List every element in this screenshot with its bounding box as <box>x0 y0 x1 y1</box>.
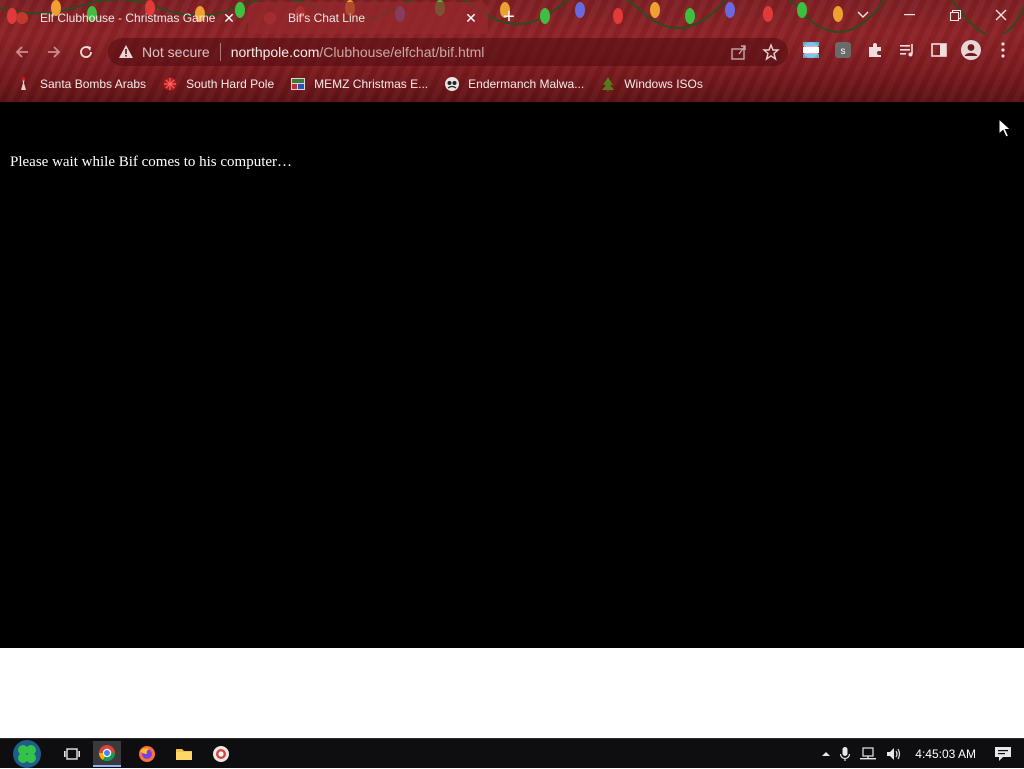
bookmark-endermanch-malware[interactable]: Endermanch Malwa... <box>436 72 592 96</box>
waiting-message: Please wait while Bif comes to his compu… <box>10 154 293 170</box>
memz-icon <box>291 78 306 90</box>
system-clock[interactable]: 4:45:03 AM <box>915 747 976 761</box>
tab-favicon-icon <box>264 12 276 24</box>
web-page-content: Please wait while Bif comes to his compu… <box>0 102 1024 648</box>
tab-bifs-chat-line[interactable]: Bif's Chat Line ✕ <box>248 2 488 34</box>
bookmark-label: South Hard Pole <box>186 77 275 91</box>
tab-strip: Elf Clubhouse - Christmas Game ✕ Bif's C… <box>0 0 1024 34</box>
browser-window-chrome: Elf Clubhouse - Christmas Game ✕ Bif's C… <box>0 0 1024 102</box>
bookmark-label: Windows ISOs <box>624 77 703 91</box>
url-host: northpole.com <box>230 44 320 60</box>
chrome-icon[interactable] <box>93 741 121 767</box>
microphone-icon[interactable] <box>839 746 851 762</box>
warning-triangle-icon <box>119 45 133 58</box>
start-clover-icon <box>13 740 41 768</box>
s-extension-icon[interactable]: s <box>832 39 854 61</box>
volume-icon[interactable] <box>885 746 903 762</box>
task-view-icon[interactable] <box>58 741 86 767</box>
side-panel-icon[interactable] <box>928 39 950 61</box>
new-tab-button[interactable]: + <box>498 7 520 29</box>
media-playlist-icon[interactable] <box>896 39 918 61</box>
bookmark-star-icon[interactable] <box>762 43 780 61</box>
snowflake-icon <box>163 77 177 91</box>
bookmark-label: MEMZ Christmas E... <box>314 77 429 91</box>
close-window-button[interactable] <box>978 0 1024 30</box>
file-explorer-icon[interactable] <box>170 741 198 767</box>
back-arrow-icon[interactable] <box>11 41 33 63</box>
browser-toolbar: Not secure northpole.com/Clubhouse/elfch… <box>0 34 1024 70</box>
close-tab-icon[interactable]: ✕ <box>462 9 480 27</box>
kebab-menu-icon[interactable] <box>992 39 1014 61</box>
share-icon[interactable] <box>730 43 748 61</box>
profile-avatar-icon[interactable] <box>960 39 982 61</box>
chrome-alt-icon[interactable] <box>207 741 235 767</box>
tab-favicon-icon <box>16 12 28 24</box>
bookmarks-bar: Santa Bombs Arabs South Hard Pole MEMZ C… <box>0 72 1024 96</box>
puzzle-extensions-icon[interactable] <box>864 39 886 61</box>
tab-title: Bif's Chat Line <box>288 11 365 25</box>
bookmark-label: Santa Bombs Arabs <box>40 77 147 91</box>
close-tab-icon[interactable]: ✕ <box>220 9 238 27</box>
bookmark-memz-christmas[interactable]: MEMZ Christmas E... <box>282 72 436 96</box>
network-icon[interactable] <box>859 746 877 762</box>
security-status-label[interactable]: Not secure <box>142 44 210 60</box>
svg-text:s: s <box>841 46 846 57</box>
flag-extension-icon[interactable] <box>800 39 822 61</box>
tray-expand-chevron-up-icon[interactable] <box>821 750 831 758</box>
bookmark-windows-isos[interactable]: Windows ISOs <box>592 72 711 96</box>
page-blank-area <box>0 648 1024 738</box>
action-center-icon[interactable] <box>994 746 1012 762</box>
firefox-icon[interactable] <box>133 741 161 767</box>
tab-elf-clubhouse[interactable]: Elf Clubhouse - Christmas Game ✕ <box>0 2 246 34</box>
url-path: /Clubhouse/elfchat/bif.html <box>319 44 485 60</box>
tree-icon <box>602 77 615 92</box>
windows-taskbar: 4:45:03 AM <box>0 738 1024 768</box>
address-separator <box>219 43 221 61</box>
address-bar[interactable]: Not secure northpole.com/Clubhouse/elfch… <box>108 38 788 66</box>
santa-icon <box>21 77 26 90</box>
bookmark-label: Endermanch Malwa... <box>468 77 585 91</box>
bookmark-santa-bombs-arabs[interactable]: Santa Bombs Arabs <box>0 72 154 96</box>
bookmark-south-hard-pole[interactable]: South Hard Pole <box>154 72 282 96</box>
extensions-area: s <box>800 39 1014 61</box>
reload-icon[interactable] <box>75 41 97 63</box>
start-button[interactable] <box>8 739 46 769</box>
mouse-cursor-icon <box>998 118 1012 138</box>
tab-search-chevron-down-icon[interactable] <box>840 0 886 30</box>
endermanch-icon <box>445 77 460 91</box>
forward-arrow-icon[interactable] <box>43 41 65 63</box>
tab-title: Elf Clubhouse - Christmas Game <box>40 11 216 25</box>
system-tray: 4:45:03 AM <box>817 739 1024 769</box>
restore-button[interactable] <box>932 0 978 30</box>
minimize-button[interactable] <box>886 0 932 30</box>
